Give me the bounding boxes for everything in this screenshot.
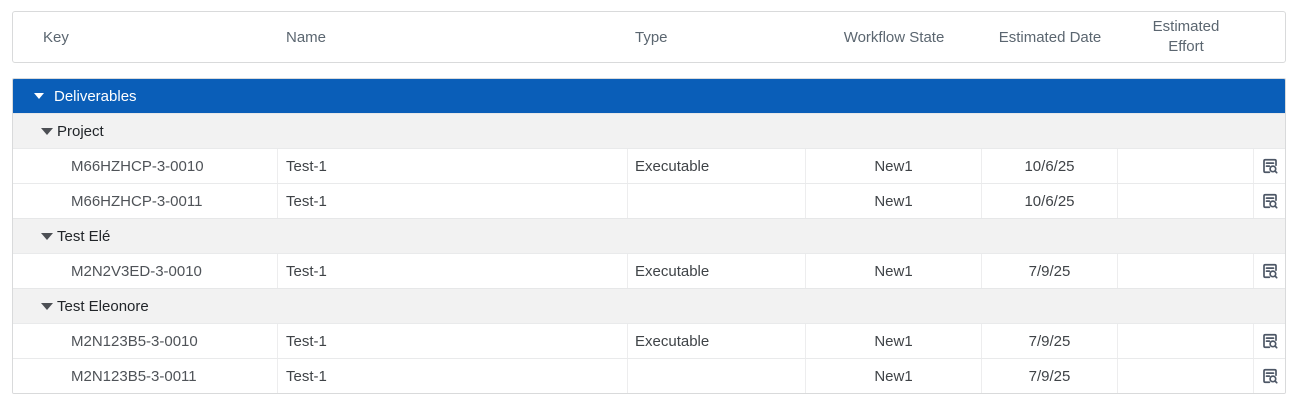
group-label: Test Eleonore — [57, 298, 149, 315]
document-search-icon[interactable] — [1258, 189, 1282, 213]
cell-key: M66HZHCP-3-0010 — [13, 149, 278, 183]
cell-name: Test-1 — [278, 184, 628, 218]
cell-key: M2N2V3ED-3-0010 — [13, 254, 278, 288]
column-header-type[interactable]: Type — [628, 12, 806, 62]
row-action-cell — [1254, 149, 1285, 183]
column-header-name-label: Name — [286, 29, 326, 46]
cell-estimated-date: 7/9/25 — [982, 359, 1118, 393]
cell-name: Test-1 — [278, 359, 628, 393]
cell-key: M2N123B5-3-0010 — [13, 324, 278, 358]
cell-workflow-state: New1 — [806, 359, 982, 393]
document-search-icon[interactable] — [1258, 154, 1282, 178]
row-action-cell — [1254, 254, 1285, 288]
deliverables-table-page: Key Name Type Workflow State Estimated D… — [0, 0, 1298, 405]
table-row[interactable]: M66HZHCP-3-0010 Test-1 Executable New1 1… — [13, 148, 1285, 183]
row-action-cell — [1254, 324, 1285, 358]
group-label: Test Elé — [57, 228, 110, 245]
column-header-name[interactable]: Name — [278, 12, 628, 62]
column-header-type-label: Type — [635, 29, 668, 46]
cell-estimated-effort — [1118, 359, 1254, 393]
group-label: Project — [57, 123, 104, 140]
table-row[interactable]: M2N2V3ED-3-0010 Test-1 Executable New1 7… — [13, 253, 1285, 288]
section-label: Deliverables — [54, 88, 137, 105]
column-header-workflow-state-label: Workflow State — [844, 29, 945, 46]
cell-key: M66HZHCP-3-0011 — [13, 184, 278, 218]
collapse-caret-icon[interactable] — [41, 233, 53, 240]
document-search-icon[interactable] — [1258, 364, 1282, 388]
column-header-key-label: Key — [43, 29, 69, 46]
column-header-key[interactable]: Key — [13, 12, 278, 62]
collapse-caret-icon[interactable] — [41, 303, 53, 310]
cell-type: Executable — [628, 149, 806, 183]
table-row[interactable]: M2N123B5-3-0010 Test-1 Executable New1 7… — [13, 323, 1285, 358]
column-header-estimated-date-label: Estimated Date — [999, 29, 1102, 46]
table-header-row: Key Name Type Workflow State Estimated D… — [12, 11, 1286, 63]
cell-key: M2N123B5-3-0011 — [13, 359, 278, 393]
group-row[interactable]: Test Eleonore — [13, 288, 1285, 323]
group-row[interactable]: Project — [13, 113, 1285, 148]
cell-type — [628, 184, 806, 218]
cell-type — [628, 359, 806, 393]
table-body: Deliverables Project M66HZHCP-3-0010 Tes… — [12, 78, 1286, 394]
collapse-caret-icon[interactable] — [34, 93, 44, 99]
column-header-estimated-date[interactable]: Estimated Date — [982, 12, 1118, 62]
cell-estimated-effort — [1118, 324, 1254, 358]
column-header-estimated-effort[interactable]: Estimated Effort — [1118, 12, 1254, 62]
row-action-cell — [1254, 184, 1285, 218]
cell-workflow-state: New1 — [806, 184, 982, 218]
cell-estimated-date: 7/9/25 — [982, 324, 1118, 358]
cell-estimated-effort — [1118, 184, 1254, 218]
collapse-caret-icon[interactable] — [41, 128, 53, 135]
group-row[interactable]: Test Elé — [13, 218, 1285, 253]
column-header-workflow-state[interactable]: Workflow State — [806, 12, 982, 62]
cell-estimated-date: 7/9/25 — [982, 254, 1118, 288]
cell-estimated-date: 10/6/25 — [982, 184, 1118, 218]
cell-name: Test-1 — [278, 324, 628, 358]
cell-estimated-date: 10/6/25 — [982, 149, 1118, 183]
cell-estimated-effort — [1118, 149, 1254, 183]
column-header-estimated-effort-label: Estimated Effort — [1146, 17, 1226, 58]
cell-type: Executable — [628, 324, 806, 358]
column-header-actions — [1254, 12, 1285, 62]
cell-workflow-state: New1 — [806, 324, 982, 358]
cell-type: Executable — [628, 254, 806, 288]
cell-workflow-state: New1 — [806, 254, 982, 288]
section-row-deliverables[interactable]: Deliverables — [13, 79, 1285, 113]
cell-name: Test-1 — [278, 254, 628, 288]
cell-workflow-state: New1 — [806, 149, 982, 183]
row-action-cell — [1254, 359, 1285, 393]
cell-name: Test-1 — [278, 149, 628, 183]
document-search-icon[interactable] — [1258, 259, 1282, 283]
document-search-icon[interactable] — [1258, 329, 1282, 353]
cell-estimated-effort — [1118, 254, 1254, 288]
table-row[interactable]: M2N123B5-3-0011 Test-1 New1 7/9/25 — [13, 358, 1285, 393]
table-row[interactable]: M66HZHCP-3-0011 Test-1 New1 10/6/25 — [13, 183, 1285, 218]
